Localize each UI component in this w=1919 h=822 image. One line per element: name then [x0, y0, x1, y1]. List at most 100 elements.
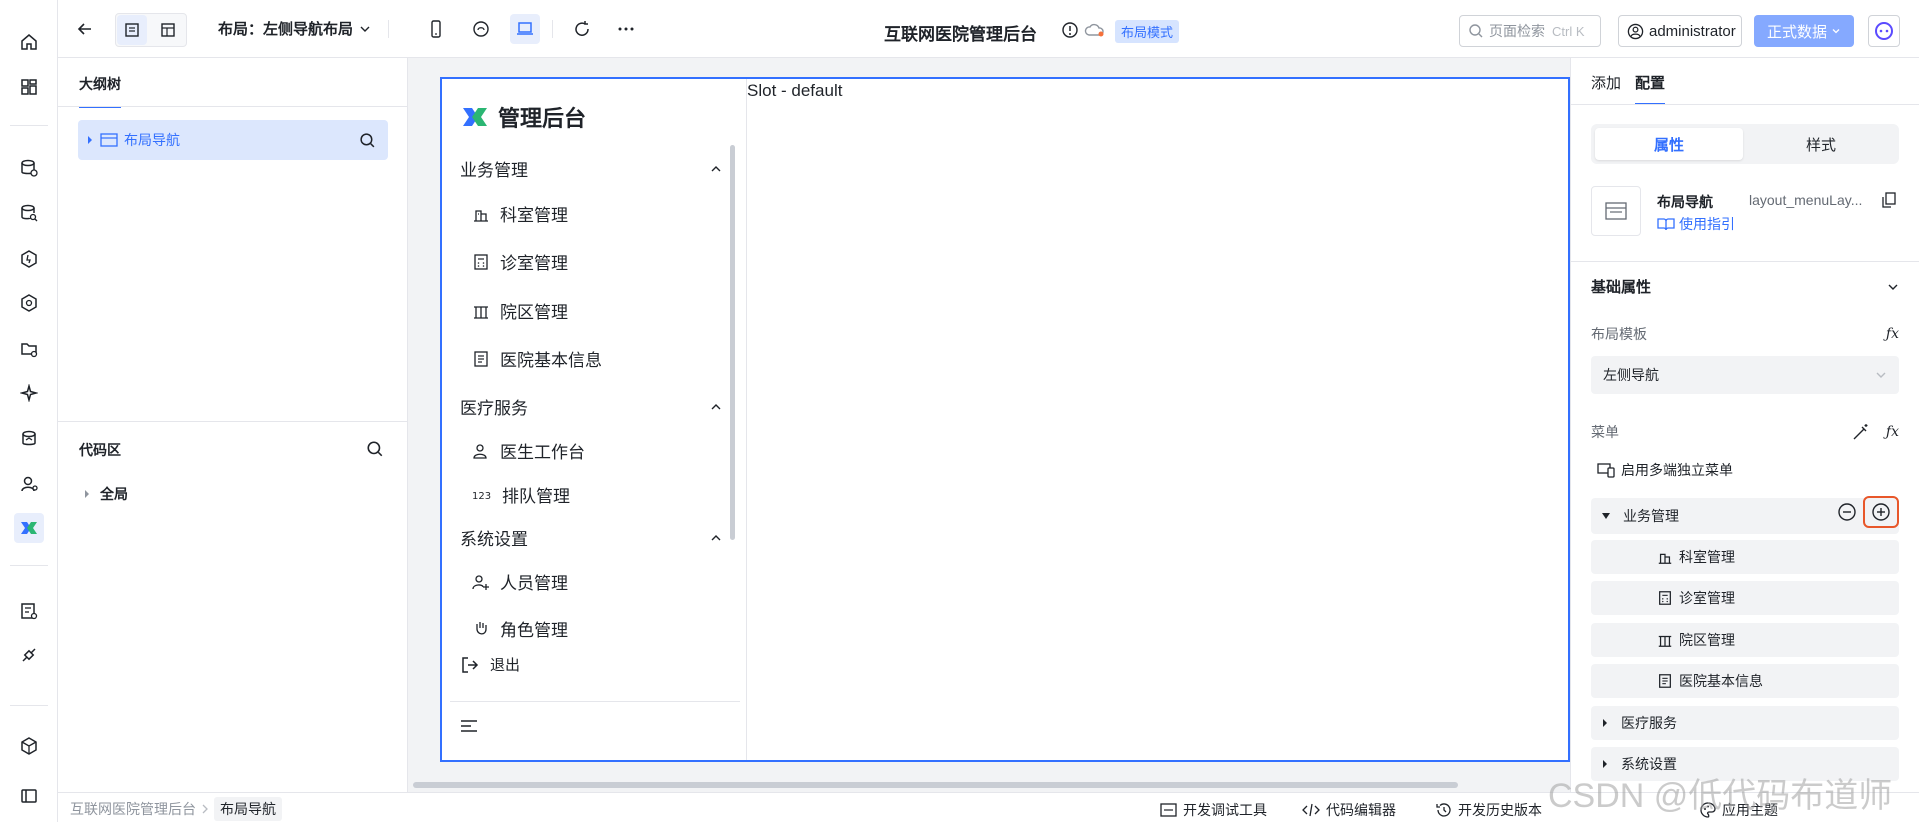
menu-tree-item-department[interactable]: 科室管理: [1591, 540, 1899, 574]
menu-item-campus[interactable]: 院区管理: [472, 298, 568, 323]
menu-tree-group-label: 业务管理: [1623, 508, 1679, 524]
history-button[interactable]: 开发历史版本: [1436, 800, 1542, 820]
calculator-icon: [1659, 591, 1671, 605]
mobile-view-icon[interactable]: [421, 14, 451, 44]
side-menu-scrollbar[interactable]: [730, 145, 735, 540]
logout-button[interactable]: 退出: [460, 654, 520, 675]
home-icon[interactable]: [14, 27, 44, 57]
property-style-segmented: 属性 样式: [1591, 124, 1899, 164]
menu-label: 菜单: [1591, 424, 1619, 440]
outline-node-layout-nav[interactable]: 布局导航: [78, 120, 388, 160]
menu-item-doctor-workbench[interactable]: 医生工作台: [472, 438, 585, 463]
search-icon[interactable]: [366, 440, 384, 458]
remove-circle-icon[interactable]: [1837, 502, 1857, 522]
usage-guide-link[interactable]: 使用指引: [1657, 214, 1735, 234]
menu-tree-item-campus[interactable]: 院区管理: [1591, 623, 1899, 657]
template-value: 左侧导航: [1603, 367, 1659, 383]
menu-item-label: 角色管理: [500, 621, 568, 640]
bank-icon: [1658, 635, 1672, 647]
user-menu[interactable]: administrator: [1618, 15, 1742, 47]
number-123-icon: 123: [472, 491, 491, 502]
menu-tree-item-hospital-info[interactable]: 医院基本信息: [1591, 664, 1899, 698]
back-arrow-icon[interactable]: [70, 14, 100, 44]
assistant-icon[interactable]: [1868, 15, 1900, 47]
menu-tree-item-clinic[interactable]: 诊室管理: [1591, 581, 1899, 615]
magic-wand-icon[interactable]: [1852, 423, 1870, 441]
add-circle-icon[interactable]: [1863, 496, 1899, 528]
plugin-icon[interactable]: [14, 640, 44, 670]
folder-settings-icon[interactable]: [14, 334, 44, 364]
data-query-icon[interactable]: [14, 198, 44, 228]
caret-down-icon[interactable]: [1601, 512, 1611, 520]
layout-nav-icon[interactable]: [14, 513, 44, 543]
code-node-global[interactable]: 全局: [84, 484, 128, 504]
search-icon: [1469, 24, 1483, 38]
collapse-rail-icon[interactable]: [14, 781, 44, 811]
segment-style[interactable]: 样式: [1747, 128, 1895, 160]
ai-sparkle-icon[interactable]: [14, 378, 44, 408]
template-label: 布局模板: [1591, 326, 1647, 342]
page-view-icon[interactable]: [117, 15, 147, 45]
menu-item-label: 人员管理: [500, 574, 568, 593]
menu-item-role[interactable]: 角色管理: [472, 616, 568, 641]
tab-outline-tree[interactable]: 大纲树: [79, 74, 121, 108]
doctor-icon: [473, 443, 487, 459]
copy-icon[interactable]: [1881, 192, 1897, 208]
tab-add[interactable]: 添加: [1591, 72, 1621, 103]
basic-properties-section[interactable]: 基础属性: [1591, 276, 1899, 297]
menu-item-clinic[interactable]: 诊室管理: [472, 249, 568, 274]
chevron-down-icon: [1888, 284, 1898, 290]
desktop-view-icon[interactable]: [510, 14, 540, 44]
user-permission-icon[interactable]: [14, 469, 44, 499]
canvas-horizontal-scrollbar[interactable]: [413, 782, 1458, 788]
layout-nav-preview[interactable]: 管理后台 业务管理 科室管理 诊室管理 院区管理 医院基本信息 医疗服务 医生工…: [440, 77, 1570, 762]
more-icon[interactable]: [611, 14, 641, 44]
integration-icon[interactable]: [14, 424, 44, 454]
dashboard-icon[interactable]: [14, 72, 44, 102]
menu-group-business[interactable]: 业务管理: [460, 156, 722, 181]
template-select[interactable]: 左侧导航: [1591, 356, 1899, 394]
layout-view-icon[interactable]: [153, 15, 183, 45]
chevron-down-icon: [360, 26, 370, 32]
page-search-input[interactable]: 页面检索 Ctrl K: [1459, 15, 1601, 47]
svg-text:123: 123: [472, 491, 491, 502]
miniprogram-view-icon[interactable]: [466, 14, 496, 44]
search-icon[interactable]: [359, 132, 376, 149]
package-icon[interactable]: [14, 731, 44, 761]
menu-item-department[interactable]: 科室管理: [472, 201, 568, 226]
tab-config[interactable]: 配置: [1635, 72, 1666, 105]
caret-right-icon[interactable]: [86, 135, 94, 145]
layout-selector[interactable]: 布局：左侧导航布局: [218, 18, 371, 39]
chevron-right-icon: [202, 804, 208, 814]
flow-icon[interactable]: [14, 288, 44, 318]
caret-right-icon[interactable]: [84, 490, 90, 498]
logic-icon[interactable]: [14, 244, 44, 274]
form-settings-icon[interactable]: [14, 596, 44, 626]
menu-tree-group-business[interactable]: 业务管理: [1591, 496, 1899, 534]
menu-item-staff[interactable]: 人员管理: [472, 569, 568, 594]
menu-tree-group-medical[interactable]: 医疗服务: [1591, 706, 1899, 740]
segment-properties[interactable]: 属性: [1595, 128, 1743, 160]
search-placeholder: 页面检索: [1489, 23, 1545, 39]
brand: 管理后台: [460, 101, 586, 133]
database-icon[interactable]: [14, 153, 44, 183]
menu-item-queue[interactable]: 123 排队管理: [472, 482, 570, 507]
multi-device-menu-toggle[interactable]: 启用多端独立菜单: [1597, 460, 1733, 480]
caret-right-icon[interactable]: [1601, 718, 1609, 728]
config-panel: 添加 配置 属性 样式 布局导航 layout_menuLay... 使用指引 …: [1570, 58, 1919, 792]
production-data-button[interactable]: 正式数据: [1754, 15, 1854, 47]
default-slot-placeholder[interactable]: Slot - default: [747, 81, 842, 101]
menu-group-medical[interactable]: 医疗服务: [460, 394, 722, 419]
menu-collapse-icon[interactable]: [460, 719, 478, 733]
info-icon[interactable]: [1061, 21, 1079, 39]
code-editor-button[interactable]: 代码编辑器: [1302, 800, 1396, 820]
breadcrumb-app[interactable]: 互联网医院管理后台: [70, 799, 196, 819]
template-prop-row: 布局模板 ƒx: [1591, 324, 1899, 344]
menu-item-hospital-info[interactable]: 医院基本信息: [472, 346, 602, 371]
refresh-icon[interactable]: [567, 14, 597, 44]
menu-group-system[interactable]: 系统设置: [460, 525, 722, 550]
formula-icon[interactable]: ƒx: [1886, 424, 1899, 440]
breadcrumb-current[interactable]: 布局导航: [214, 797, 282, 821]
debug-tools-button[interactable]: 开发调试工具: [1160, 800, 1267, 820]
formula-icon[interactable]: ƒx: [1886, 326, 1899, 342]
